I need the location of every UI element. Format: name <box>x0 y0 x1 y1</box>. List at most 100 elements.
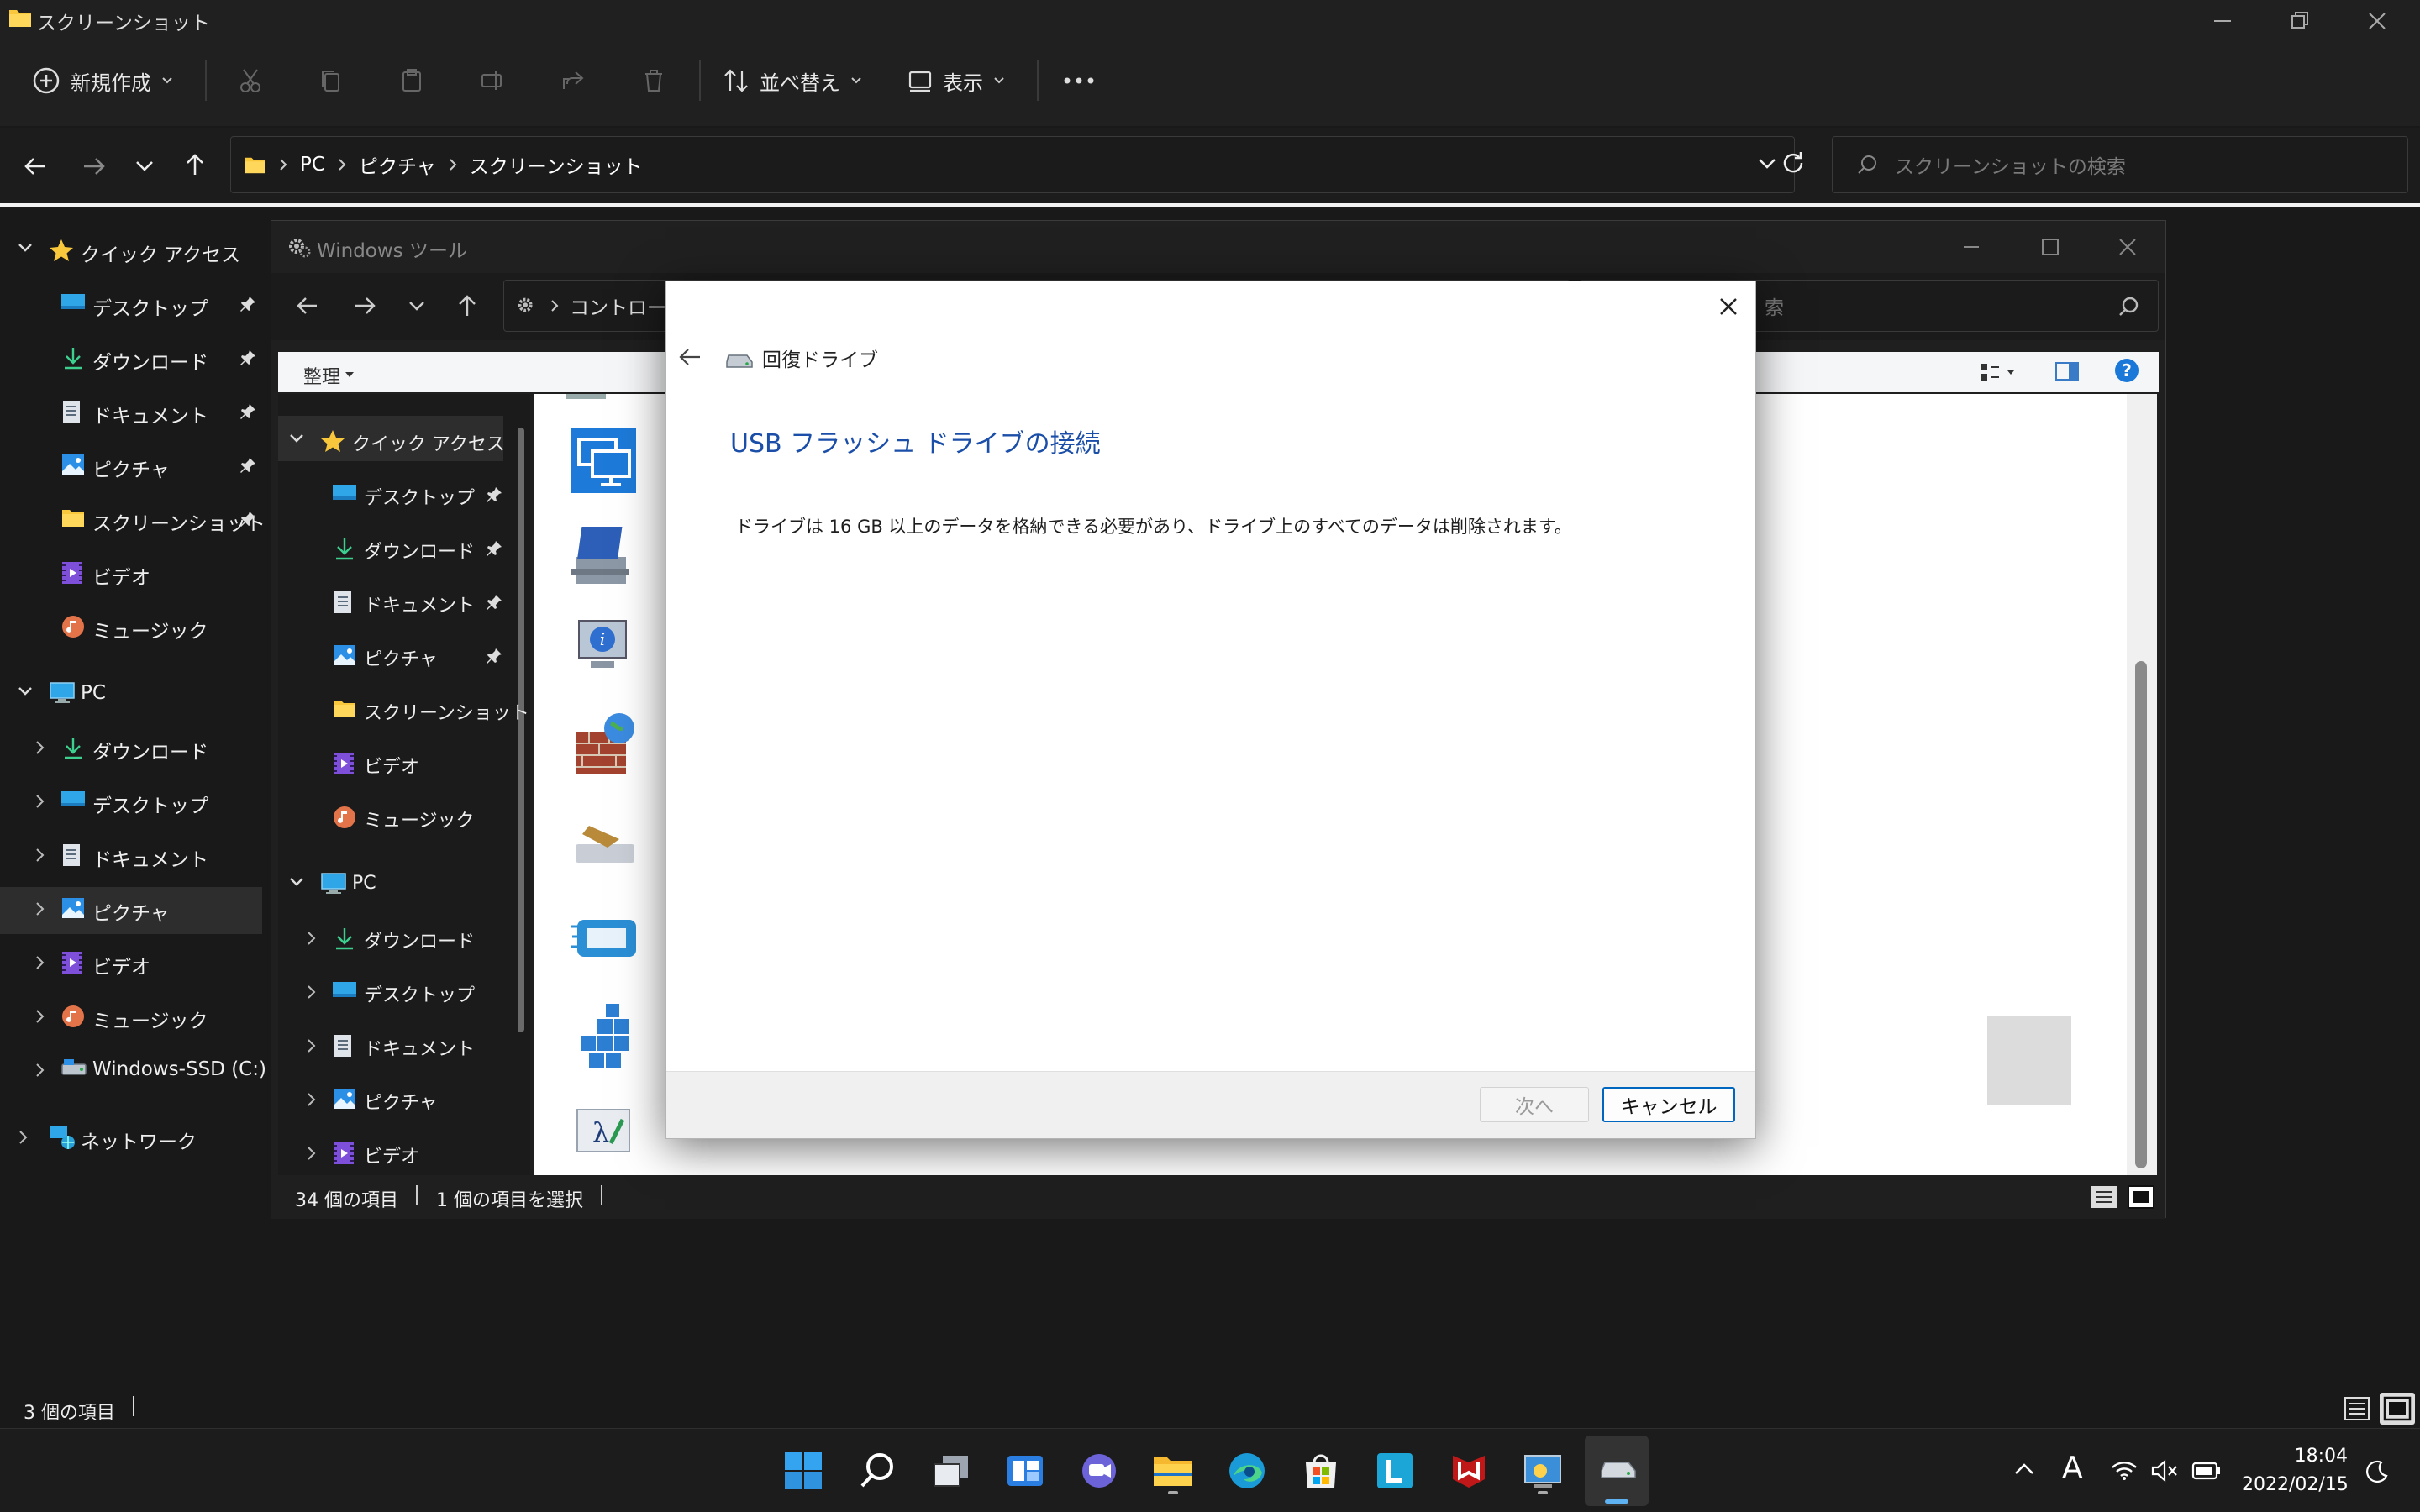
focus-assist-icon[interactable] <box>2365 1459 2390 1484</box>
inner-nav-pc-downloads[interactable]: ダウンロード <box>278 915 507 963</box>
firewall-icon[interactable] <box>572 710 638 777</box>
close-icon[interactable] <box>2365 8 2390 34</box>
nav-pc-music[interactable]: ミュージック <box>0 993 260 1042</box>
close-icon[interactable] <box>2117 236 2139 258</box>
scroll-thumb[interactable] <box>2135 661 2147 1168</box>
chevron-down-icon[interactable] <box>408 300 426 313</box>
control-panel-icon[interactable] <box>1519 1447 1566 1494</box>
defragment-icon[interactable] <box>571 911 641 965</box>
nav-quick-desktop[interactable]: デスクトップ <box>0 281 260 329</box>
chevron-right-icon[interactable] <box>17 1129 29 1146</box>
inner-nav-pc-pictures[interactable]: ピクチャ <box>278 1076 507 1125</box>
l-app-icon[interactable] <box>1371 1447 1418 1494</box>
content-scrollbar[interactable] <box>2127 394 2157 1175</box>
minimize-icon[interactable] <box>1960 236 1982 258</box>
new-button[interactable]: 新規作成 <box>32 57 173 104</box>
details-view-icon[interactable] <box>2090 1184 2118 1210</box>
tiles-view-icon[interactable] <box>2380 1393 2415 1425</box>
recovery-drive-taskbar-button[interactable] <box>1585 1436 1649 1506</box>
search-box[interactable]: スクリーンショットの検索 <box>1832 136 2408 193</box>
close-icon[interactable] <box>1717 295 1740 318</box>
chevron-right-icon[interactable] <box>305 930 317 947</box>
selected-item-tile[interactable] <box>1987 1016 2071 1105</box>
cut-icon[interactable] <box>230 60 271 101</box>
nav-pc-windows-ssd[interactable]: Windows-SSD (C:) <box>0 1047 266 1095</box>
breadcrumb-pictures[interactable]: ピクチャ <box>359 150 436 179</box>
inner-nav-scrollbar[interactable] <box>512 394 530 1175</box>
inner-nav-pc-videos[interactable]: ビデオ <box>278 1130 507 1179</box>
remote-desktop-icon[interactable] <box>571 428 636 493</box>
forward-icon[interactable] <box>352 293 377 318</box>
wifi-icon[interactable] <box>2111 1459 2138 1481</box>
view-button[interactable]: 表示 <box>908 57 1005 104</box>
nav-pc-downloads[interactable]: ダウンロード <box>0 724 260 773</box>
nav-pc-videos[interactable]: ビデオ <box>0 939 260 988</box>
breadcrumb-pc[interactable]: PC <box>300 154 325 176</box>
nav-pc[interactable]: PC <box>0 670 252 719</box>
nav-quick-screenshots[interactable]: スクリーンショット <box>0 496 266 544</box>
pin-icon[interactable] <box>485 539 503 558</box>
inner-nav-quick-documents[interactable]: ドキュメント <box>278 579 507 627</box>
clock-time[interactable]: 18:04 <box>2294 1446 2348 1467</box>
details-view-icon[interactable] <box>2343 1394 2371 1423</box>
change-view-icon[interactable] <box>1979 362 2018 382</box>
task-view-icon[interactable] <box>928 1447 975 1494</box>
chevron-right-icon[interactable] <box>305 1091 317 1108</box>
store-icon[interactable] <box>1297 1447 1344 1494</box>
nav-quick-downloads[interactable]: ダウンロード <box>0 334 260 383</box>
restore-icon[interactable] <box>2287 8 2312 34</box>
chevron-down-icon[interactable] <box>288 433 305 444</box>
pin-icon[interactable] <box>485 647 503 665</box>
scroll-thumb[interactable] <box>518 428 524 1032</box>
volume-muted-icon[interactable] <box>2151 1459 2180 1483</box>
inner-nav-quick-downloads[interactable]: ダウンロード <box>278 525 507 574</box>
chevron-down-icon[interactable] <box>17 242 34 254</box>
rename-icon[interactable] <box>472 60 513 101</box>
chevron-down-icon[interactable] <box>134 158 155 175</box>
chevron-right-icon[interactable] <box>305 984 317 1000</box>
search-icon[interactable] <box>854 1447 901 1494</box>
chevron-right-icon[interactable] <box>34 900 45 917</box>
forward-icon[interactable] <box>81 153 108 180</box>
powershell-ise-icon[interactable]: λ <box>574 1105 634 1155</box>
chevron-right-icon[interactable] <box>34 1008 45 1025</box>
pin-icon[interactable] <box>485 486 503 504</box>
back-icon[interactable] <box>22 153 49 180</box>
help-icon[interactable]: ? <box>2113 357 2140 384</box>
edge-icon[interactable] <box>1223 1447 1270 1494</box>
chevron-right-icon[interactable] <box>305 1145 317 1162</box>
chevron-right-icon[interactable] <box>34 1062 45 1079</box>
chat-icon[interactable] <box>1076 1447 1123 1494</box>
tiles-view-icon[interactable] <box>2127 1184 2155 1210</box>
pin-icon[interactable] <box>485 593 503 612</box>
more-icon[interactable] <box>1059 60 1099 101</box>
nav-pc-desktop[interactable]: デスクトップ <box>0 778 260 827</box>
start-icon[interactable] <box>780 1447 827 1494</box>
chevron-down-icon[interactable] <box>17 685 34 697</box>
inner-nav-quick-pictures[interactable]: ピクチャ <box>278 633 507 681</box>
up-icon[interactable] <box>455 293 480 318</box>
inner-nav-pc[interactable]: PC <box>278 861 497 910</box>
nav-pc-pictures[interactable]: ピクチャ <box>0 885 260 934</box>
inner-nav-pc-documents[interactable]: ドキュメント <box>278 1022 507 1071</box>
file-explorer-icon[interactable] <box>1150 1447 1197 1494</box>
inner-nav-quick-music[interactable]: ミュージック <box>278 794 507 843</box>
chevron-right-icon[interactable] <box>34 793 45 810</box>
pin-icon[interactable] <box>239 402 257 421</box>
disk-cleanup-icon[interactable] <box>572 819 639 869</box>
sort-button[interactable]: 並べ替え <box>723 57 862 104</box>
chevron-right-icon[interactable] <box>34 739 45 756</box>
organize-button[interactable]: 整理 <box>303 362 355 389</box>
chevron-up-icon[interactable] <box>2013 1461 2035 1476</box>
preview-pane-icon[interactable] <box>2054 360 2080 382</box>
nav-quick-access[interactable]: クイック アクセス <box>0 227 252 276</box>
cancel-button[interactable]: キャンセル <box>1602 1087 1735 1122</box>
up-icon[interactable] <box>182 151 208 178</box>
computer-management-icon[interactable] <box>571 523 636 591</box>
copy-icon[interactable] <box>311 60 351 101</box>
inner-nav-quick-screenshots[interactable]: スクリーンショット <box>278 686 529 735</box>
refresh-icon[interactable] <box>1780 150 1807 176</box>
delete-icon[interactable] <box>634 60 674 101</box>
inner-nav-quick-desktop[interactable]: デスクトップ <box>278 471 507 520</box>
clock-date[interactable]: 2022/02/15 <box>2242 1474 2349 1495</box>
